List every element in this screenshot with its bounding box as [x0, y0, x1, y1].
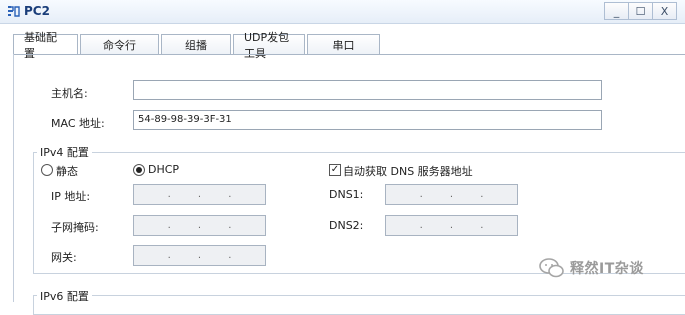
minimize-button[interactable]: _ [604, 2, 629, 20]
mac-address-field[interactable]: 54-89-98-39-3F-31 [133, 110, 602, 130]
hostname-label: 主机名: [51, 87, 88, 100]
title-bar: PC2 _ ☐ X [0, 0, 685, 24]
dhcp-label: DHCP [148, 163, 180, 176]
ip-address-label: IP 地址: [51, 190, 91, 203]
static-radio[interactable] [41, 164, 53, 176]
gateway-label: 网关: [51, 251, 77, 264]
subnet-mask-label: 子网掩码: [51, 221, 99, 234]
dns2-label: DNS2: [329, 219, 364, 232]
subnet-mask-input[interactable]: ... [133, 215, 266, 236]
mac-label: MAC 地址: [51, 117, 105, 130]
watermark: 释然IT杂谈 [539, 258, 644, 278]
watermark-text: 释然IT杂谈 [570, 261, 644, 277]
window-title: PC2 [24, 4, 50, 18]
maximize-button[interactable]: ☐ [628, 2, 653, 20]
dns1-input[interactable]: ... [385, 184, 518, 205]
tab-multicast[interactable]: 组播 [161, 34, 231, 54]
dhcp-radio[interactable] [133, 164, 145, 176]
tab-command-line[interactable]: 命令行 [80, 34, 159, 54]
tab-udp-tool[interactable]: UDP发包工具 [233, 31, 305, 60]
pc-app-icon [8, 6, 20, 17]
dns1-label: DNS1: [329, 188, 364, 201]
ipv4-group-title: IPv4 配置 [37, 144, 92, 160]
close-button[interactable]: X [652, 2, 677, 20]
tab-bar: 基础配置 命令行 组播 UDP发包工具 串口 [13, 31, 382, 60]
tab-serial[interactable]: 串口 [307, 34, 380, 54]
dns2-input[interactable]: ... [385, 215, 518, 236]
auto-dns-checkbox[interactable]: ✓ [329, 164, 341, 176]
ipv6-config-group [33, 295, 685, 315]
static-label: 静态 [56, 165, 78, 178]
auto-dns-label: 自动获取 DNS 服务器地址 [343, 165, 473, 178]
tab-basic-config[interactable]: 基础配置 [13, 31, 78, 60]
wechat-icon [539, 258, 564, 278]
ip-address-input[interactable]: ... [133, 184, 266, 205]
gateway-input[interactable]: ... [133, 245, 266, 266]
hostname-input[interactable] [133, 80, 602, 100]
